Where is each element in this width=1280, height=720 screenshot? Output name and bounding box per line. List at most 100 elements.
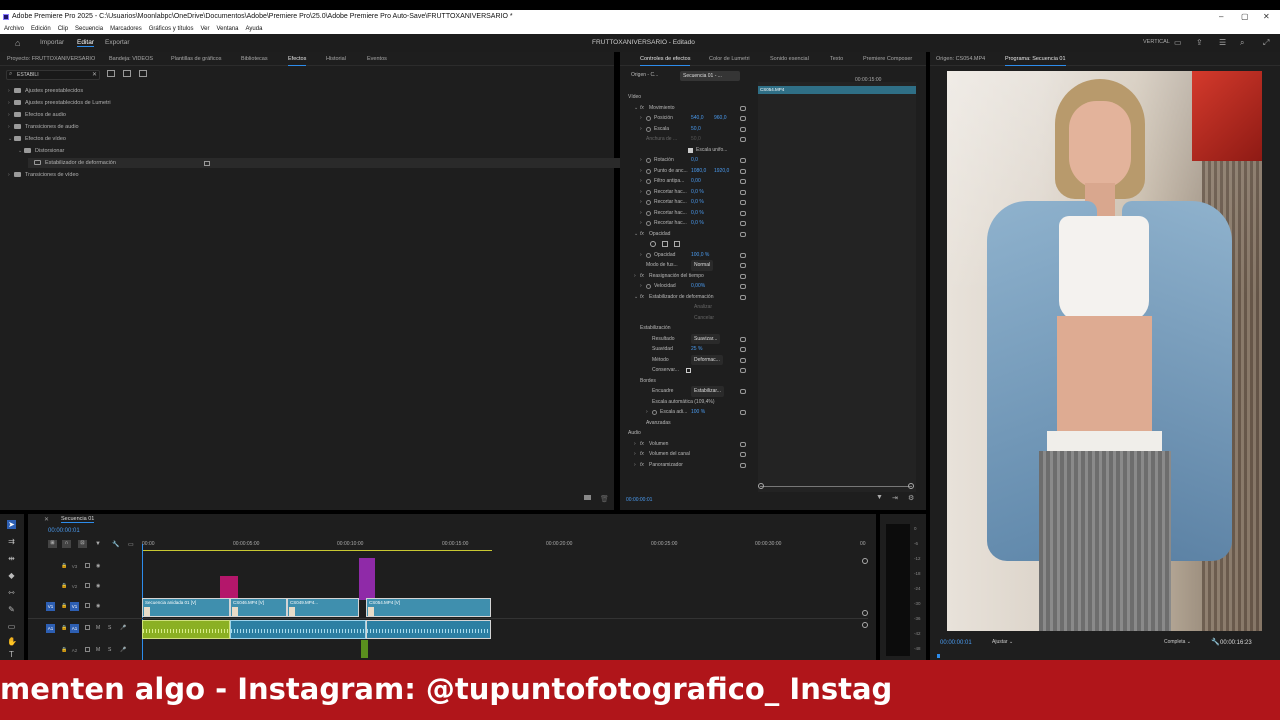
stopwatch-icon[interactable] (646, 168, 651, 174)
wrench-icon[interactable]: 🔧 (1211, 638, 1220, 646)
ec-row[interactable]: › Filtro antipa... 0,00 (624, 176, 746, 187)
reset-icon[interactable] (740, 273, 746, 279)
stopwatch-icon[interactable] (646, 116, 651, 121)
ellipse-mask-icon[interactable] (650, 241, 656, 247)
menu-item-1[interactable]: Edición (31, 26, 51, 32)
ec-row[interactable]: Estabilización (624, 323, 744, 334)
ec-row[interactable]: Cancelar (624, 313, 744, 324)
type-tool-icon[interactable]: T (7, 650, 16, 659)
microphone-icon[interactable]: 🎤 (120, 625, 126, 631)
ec-row[interactable]: › Escala 50,0 (624, 124, 746, 135)
snap-icon[interactable]: ∩ (62, 540, 71, 548)
scroll-handle-left[interactable] (758, 483, 764, 489)
ec-row[interactable]: › Recortar hac... 0,0 % (624, 197, 746, 208)
sync-lock-icon[interactable] (85, 583, 90, 588)
ec-clip-bar[interactable]: CS054.MP4 (758, 86, 916, 94)
search-icon[interactable]: ⌕ (1240, 38, 1244, 48)
hand-tool-icon[interactable]: ✋ (7, 637, 17, 646)
reset-icon[interactable] (740, 158, 746, 163)
reset-icon[interactable] (740, 389, 746, 394)
tree-row[interactable]: › Efectos de audio (8, 110, 66, 120)
lock-icon[interactable]: 🔒 (61, 603, 67, 609)
lock-icon[interactable]: 🔒 (61, 563, 67, 569)
expand-icon[interactable]: › (640, 187, 642, 198)
track-id[interactable]: A1 (70, 624, 79, 633)
effects-search-input[interactable]: ESTABILI (17, 72, 39, 78)
menu-item-3[interactable]: Secuencia (75, 26, 103, 32)
source-patch[interactable]: V1 (46, 602, 55, 611)
tree-row[interactable]: › Transiciones de audio (8, 122, 79, 132)
minimize-icon[interactable]: – (1219, 10, 1223, 24)
timeline-vscroll-bottom[interactable] (862, 610, 868, 616)
reset-icon[interactable] (740, 357, 746, 363)
a2-clip-green[interactable] (361, 640, 368, 658)
lock-icon[interactable]: 🔒 (61, 583, 67, 589)
menu-item-5[interactable]: Gráficos y títulos (149, 26, 194, 32)
ec-row[interactable]: › fx Panoramizador (624, 460, 746, 471)
ec-value[interactable]: 100,0 % (691, 250, 709, 261)
reset-icon[interactable] (740, 189, 746, 195)
ec-row[interactable]: › Recortar hac... 0,0 % (624, 208, 746, 219)
ec-row[interactable]: Bordes (624, 376, 744, 387)
menu-item-0[interactable]: Archivo (4, 26, 24, 32)
ec-row[interactable]: Resultado Suavizar... (624, 333, 746, 344)
ec-row[interactable]: ⌄ fx Movimiento (624, 103, 746, 114)
reset-icon[interactable] (740, 179, 746, 184)
eye-icon[interactable]: ◉ (96, 603, 100, 609)
track-id[interactable]: V2 (70, 582, 79, 591)
program-playhead[interactable] (937, 654, 940, 658)
source-patch[interactable]: A1 (46, 624, 55, 633)
stopwatch-icon[interactable] (646, 126, 651, 132)
ec-row[interactable]: › Rotación 0,0 (624, 155, 746, 166)
stopwatch-icon[interactable] (646, 210, 651, 216)
reset-icon[interactable] (740, 347, 746, 352)
reset-icon[interactable] (740, 462, 746, 468)
ripple-edit-tool-icon[interactable]: ⇹ (7, 554, 16, 563)
razor-tool-icon[interactable]: ◆ (7, 571, 16, 580)
ec-row[interactable]: › fx Volumen (624, 439, 746, 450)
timeline-current-time[interactable]: 00:00:00:01 (48, 528, 80, 534)
menu-item-6[interactable]: Ver (200, 26, 209, 32)
expand-icon[interactable]: › (640, 218, 642, 229)
ec-value[interactable]: 25 % (691, 344, 702, 355)
solo-icon[interactable]: S (108, 625, 111, 631)
expand-icon[interactable]: › (640, 113, 642, 124)
tree-row[interactable]: ⌄ Distorsionar (18, 146, 64, 156)
tab-1[interactable]: Bandeja: VIDEOS (109, 56, 153, 62)
settings-icon[interactable]: ⚙ (908, 494, 914, 502)
expand-icon[interactable]: › (640, 208, 642, 219)
sync-lock-icon[interactable] (85, 647, 90, 652)
reset-icon[interactable] (740, 441, 746, 447)
ec-row[interactable]: › Escala adi... 100 % (624, 407, 746, 418)
fullscreen-icon[interactable]: ⤢ (1263, 38, 1269, 48)
32bit-effects-icon[interactable] (123, 70, 131, 77)
mute-icon[interactable]: M (96, 625, 100, 631)
stopwatch-icon[interactable] (646, 158, 651, 163)
fx-icon[interactable]: fx (640, 449, 644, 460)
ec-value[interactable]: 100 % (691, 407, 705, 418)
ec-row[interactable]: ⌄ fx Estabilizador de deformación (624, 292, 746, 303)
tab-4[interactable]: Efectos (288, 56, 307, 66)
menu-item-2[interactable]: Clip (58, 26, 68, 32)
maximize-icon[interactable]: ▢ (1241, 10, 1249, 24)
ec-value[interactable]: 50,0 (691, 124, 701, 135)
ec-value[interactable]: 0,0 % (691, 187, 704, 198)
ec-value[interactable]: 0,00 (691, 176, 701, 187)
expand-icon[interactable]: › (634, 449, 636, 460)
ec-value[interactable]: 0,0 % (691, 218, 704, 229)
stopwatch-icon[interactable] (646, 189, 651, 195)
eye-icon[interactable]: ◉ (96, 583, 100, 589)
expand-icon[interactable]: › (640, 166, 642, 177)
reset-icon[interactable] (740, 263, 746, 268)
ec-row[interactable]: Modo de fus... Normal (624, 260, 746, 271)
add-marker-icon[interactable]: ▼ (95, 541, 101, 547)
workspace-tab-import[interactable]: Importar (40, 39, 64, 46)
ec-row[interactable]: › Recortar hac... 0,0 % (624, 187, 746, 198)
ec-row[interactable]: ⌄ fx Opacidad (624, 229, 746, 240)
sync-lock-icon[interactable] (85, 625, 90, 630)
lock-icon[interactable]: 🔒 (61, 647, 67, 653)
ec-row[interactable]: Encuadre Estabilizar... (624, 386, 746, 397)
quality-dropdown[interactable]: Completa ⌄ (1164, 639, 1191, 645)
expand-icon[interactable]: › (640, 281, 642, 292)
stopwatch-icon[interactable] (652, 410, 657, 415)
